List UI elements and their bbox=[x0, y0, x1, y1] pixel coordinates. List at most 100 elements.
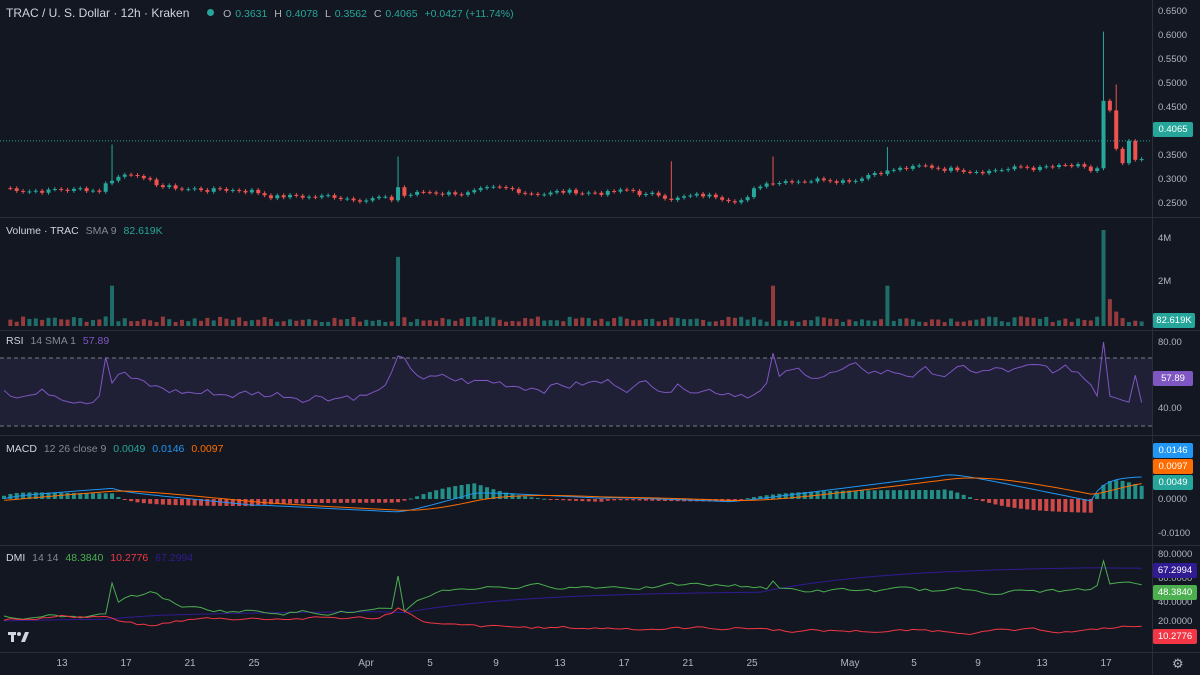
rsi-tick: 40.00 bbox=[1158, 403, 1182, 414]
macd-histogram-bar bbox=[389, 499, 394, 503]
volume-bar bbox=[332, 317, 337, 326]
price-candle-body bbox=[224, 189, 229, 191]
price-candle-body bbox=[720, 197, 725, 200]
price-candle-body bbox=[662, 195, 667, 199]
volume-bar bbox=[148, 320, 153, 326]
pane-separator[interactable] bbox=[0, 217, 1200, 218]
price-candle-body bbox=[402, 187, 407, 196]
macd-histogram-bar bbox=[948, 490, 953, 499]
macd-histogram-bar bbox=[383, 499, 388, 503]
volume-bar bbox=[574, 318, 578, 326]
macd-histogram-bar bbox=[97, 493, 102, 499]
price-candle-body bbox=[612, 191, 617, 193]
rsi-legend[interactable]: RSI 14 SMA 1 57.89 bbox=[6, 335, 113, 347]
macd-histogram-bar bbox=[472, 483, 477, 499]
volume-legend[interactable]: Volume · TRAC SMA 9 82.619K bbox=[6, 225, 167, 237]
volume-bar bbox=[1120, 318, 1125, 326]
price-candle-body bbox=[421, 191, 426, 193]
price-candle-body bbox=[631, 189, 636, 191]
price-tick: 0.5000 bbox=[1158, 78, 1188, 89]
price-candle-body bbox=[961, 170, 966, 172]
price-candle-body bbox=[618, 189, 623, 192]
macd-histogram-bar bbox=[1044, 499, 1049, 511]
macd-histogram-bar bbox=[300, 499, 305, 504]
time-tick: 17 bbox=[618, 658, 630, 669]
price-candle-body bbox=[872, 173, 877, 176]
price-candle-body bbox=[33, 190, 38, 192]
volume-bar bbox=[224, 318, 229, 326]
volume-tick: 4M bbox=[1158, 233, 1172, 244]
price-candle-body bbox=[567, 189, 572, 193]
symbol-title[interactable]: TRAC / U. S. Dollar · 12h · Kraken bbox=[6, 6, 189, 20]
macd-histogram-bar bbox=[936, 490, 941, 499]
volume-bar bbox=[821, 317, 826, 326]
price-candle-body bbox=[326, 195, 331, 197]
macd-histogram-bar bbox=[605, 499, 610, 501]
price-candle-body bbox=[955, 167, 960, 171]
pane-separator[interactable] bbox=[0, 545, 1200, 546]
macd-legend[interactable]: MACD 12 26 close 9 0.0049 0.0146 0.0097 bbox=[6, 443, 227, 455]
price-candle-body bbox=[186, 189, 191, 191]
volume-bar bbox=[338, 319, 343, 326]
volume-bar bbox=[669, 317, 674, 326]
macd-histogram-bar bbox=[345, 499, 350, 503]
volume-bar bbox=[796, 321, 801, 326]
price-candle-body bbox=[688, 195, 693, 197]
time-tick: 25 bbox=[248, 658, 260, 669]
price-candle-body bbox=[357, 200, 362, 202]
price-candle-body bbox=[840, 180, 845, 183]
price-candle-body bbox=[40, 190, 45, 193]
price-candle-body bbox=[1076, 164, 1081, 167]
macd-histogram-bar bbox=[739, 499, 744, 500]
current-price-badge: 0.4065 bbox=[1153, 122, 1193, 137]
volume-bar bbox=[599, 318, 604, 326]
dmi-plus-badge: 48.3840 bbox=[1153, 585, 1197, 600]
macd-histogram-bar bbox=[465, 484, 470, 499]
volume-bar bbox=[427, 320, 432, 326]
macd-histogram-bar bbox=[396, 499, 401, 503]
macd-histogram-bar bbox=[288, 499, 292, 504]
macd-histogram-bar bbox=[885, 490, 890, 499]
price-candle-body bbox=[300, 195, 305, 198]
high-label: H bbox=[274, 8, 282, 20]
volume-bar bbox=[40, 319, 45, 326]
macd-histogram-bar bbox=[618, 499, 623, 501]
volume-bar bbox=[383, 321, 388, 326]
volume-bar bbox=[612, 318, 617, 326]
macd-histogram-bar bbox=[1082, 499, 1087, 513]
volume-bar bbox=[326, 321, 331, 326]
macd-histogram-bar bbox=[8, 493, 13, 499]
macd-histogram-bar bbox=[478, 485, 483, 499]
volume-bar bbox=[1101, 230, 1106, 326]
price-candle-body bbox=[929, 165, 934, 168]
macd-histogram-bar bbox=[148, 499, 153, 504]
price-candle-body bbox=[1095, 168, 1100, 171]
chart-canvas[interactable] bbox=[0, 0, 1152, 675]
price-candle-body bbox=[1057, 164, 1062, 167]
volume-bar bbox=[567, 316, 572, 326]
volume-bar bbox=[815, 316, 820, 326]
tradingview-logo-icon[interactable] bbox=[8, 630, 30, 646]
price-candle-body bbox=[936, 167, 941, 169]
price-candle-body bbox=[694, 193, 699, 196]
price-candle-body bbox=[968, 171, 973, 173]
price-candle-body bbox=[408, 194, 413, 196]
dmi-tick: 80.0000 bbox=[1158, 549, 1193, 560]
gear-icon[interactable]: ⚙ bbox=[1172, 656, 1184, 672]
pane-separator[interactable] bbox=[0, 435, 1200, 436]
pane-separator[interactable] bbox=[0, 330, 1200, 331]
macd-histogram-bar bbox=[313, 499, 318, 504]
time-tick: Apr bbox=[358, 658, 374, 669]
price-candle-body bbox=[1082, 164, 1087, 167]
macd-histogram-bar bbox=[523, 496, 528, 499]
volume-bar bbox=[103, 316, 108, 326]
macd-tick: -0.0100 bbox=[1158, 528, 1191, 539]
price-candle-body bbox=[745, 197, 750, 201]
price-candle-body bbox=[65, 189, 70, 191]
price-candle-body bbox=[993, 170, 998, 172]
volume-bar bbox=[491, 317, 496, 326]
volume-bar bbox=[828, 318, 833, 326]
macd-histogram-bar bbox=[1076, 499, 1081, 513]
pane-separator[interactable] bbox=[0, 652, 1200, 653]
dmi-legend[interactable]: DMI 14 14 48.3840 10.2776 67.2994 bbox=[6, 552, 197, 564]
